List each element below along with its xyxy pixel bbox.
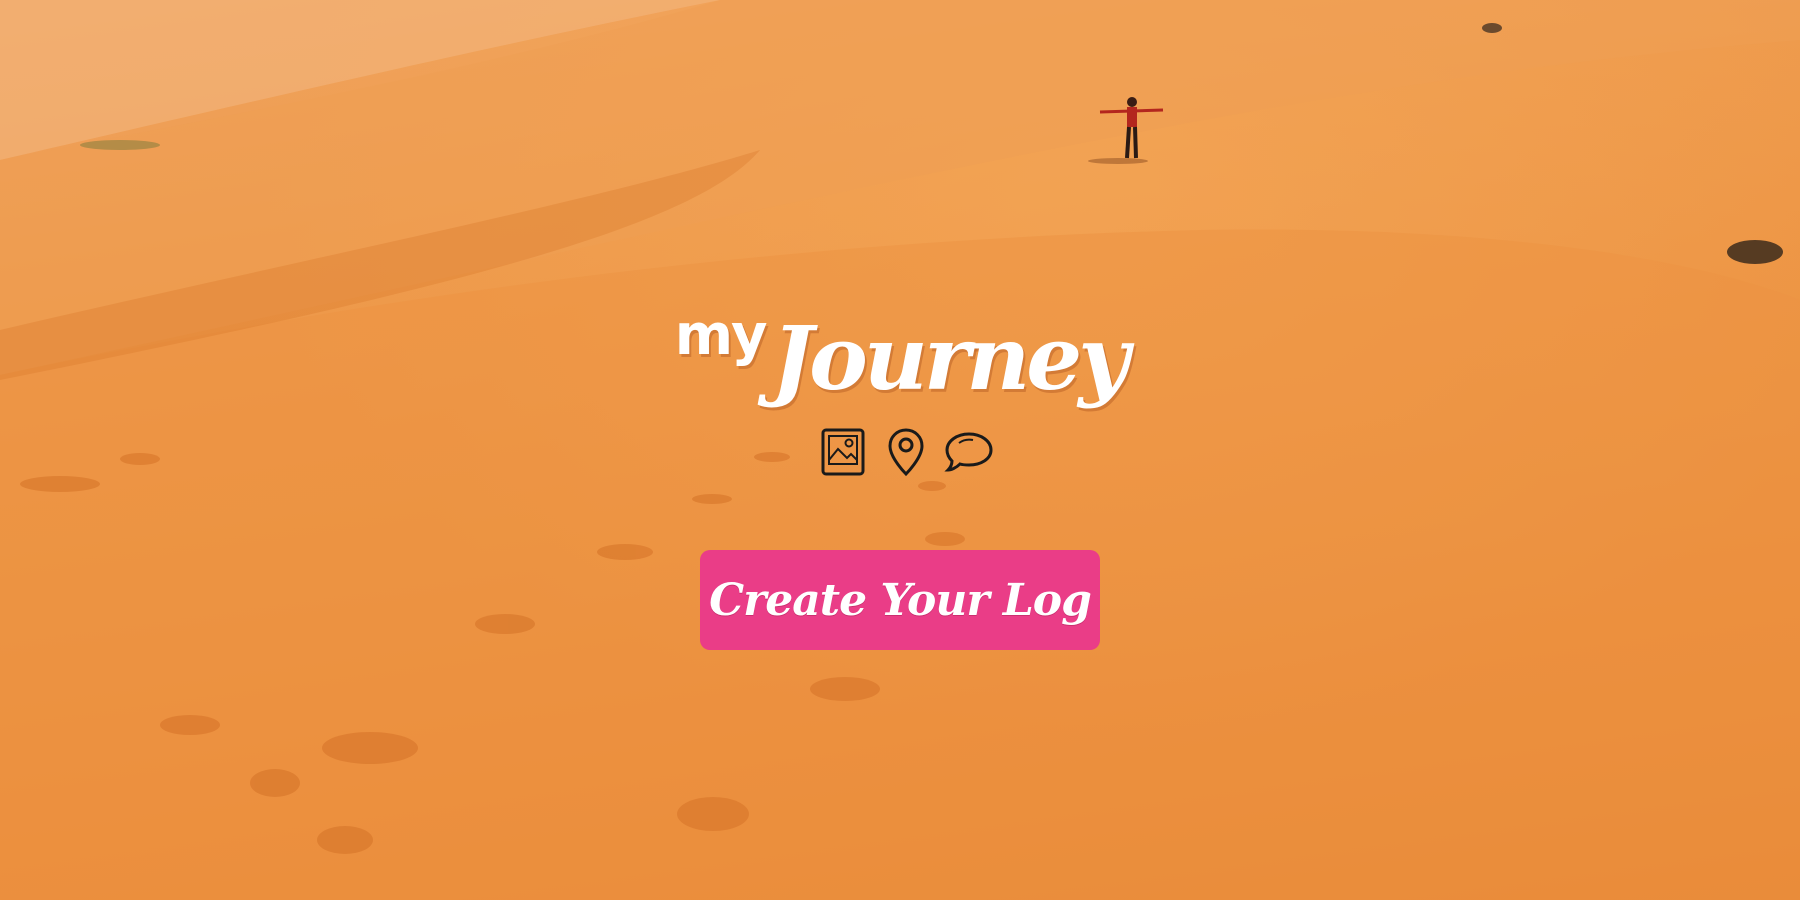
chat-bubble-icon bbox=[944, 427, 994, 477]
create-log-button[interactable]: Create Your Log bbox=[700, 550, 1100, 650]
site-logo: my Journey bbox=[675, 296, 1130, 416]
logo-text-big: Journey bbox=[771, 306, 1130, 410]
hero-content: my Journey Create Your Log bbox=[0, 0, 1800, 900]
feature-icons bbox=[818, 427, 994, 477]
image-icon bbox=[818, 427, 868, 477]
map-pin-icon bbox=[881, 427, 931, 477]
logo-text-small: my bbox=[674, 303, 768, 368]
